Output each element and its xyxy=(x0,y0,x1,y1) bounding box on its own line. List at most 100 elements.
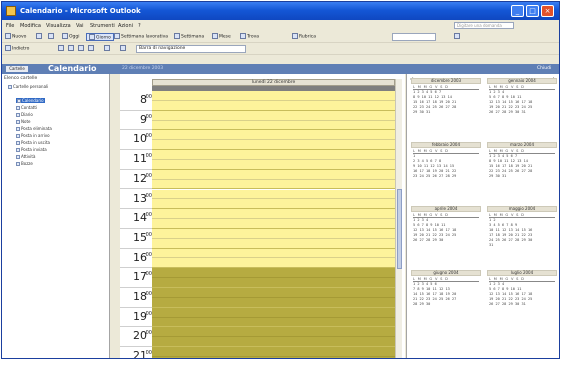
options-button[interactable] xyxy=(120,45,127,53)
reminders-button[interactable] xyxy=(104,45,111,53)
address-book-icon xyxy=(292,33,298,39)
time-slot[interactable] xyxy=(152,356,395,358)
time-slot[interactable] xyxy=(152,169,395,180)
address-book-button[interactable]: Rubrica xyxy=(292,33,316,41)
time-slot[interactable] xyxy=(152,327,395,338)
mini-month-title[interactable]: dicembre 2003 xyxy=(411,78,481,84)
time-slot[interactable] xyxy=(152,159,395,170)
vertical-scrollbar[interactable] xyxy=(395,79,402,358)
time-slot[interactable] xyxy=(152,317,395,328)
advanced-toolbar: Indietro Barra di navigazione xyxy=(2,43,559,55)
layout-button-3[interactable] xyxy=(78,45,85,53)
tree-item-drafts[interactable]: Bozze xyxy=(16,161,33,166)
tree-item-deleted[interactable]: Posta eliminata xyxy=(16,126,52,131)
time-slot[interactable] xyxy=(152,179,395,190)
menu-tools[interactable]: Strumenti xyxy=(90,23,115,29)
time-slot[interactable] xyxy=(152,228,395,239)
tree-item-personal-folders[interactable]: Cartelle personali xyxy=(8,84,48,89)
mini-week-row[interactable]: 29 30 31 xyxy=(413,110,481,115)
back-button[interactable]: Indietro xyxy=(5,45,29,53)
menu-file[interactable]: File xyxy=(6,23,14,29)
day-header[interactable]: lunedì 22 dicembre xyxy=(152,79,395,86)
time-slot[interactable] xyxy=(152,219,395,229)
menu-view[interactable]: Visualizza xyxy=(46,23,71,29)
month-view-button[interactable]: Mese xyxy=(212,33,231,41)
tree-label: Posta inviata xyxy=(21,147,47,152)
mini-month-title[interactable]: maggio 2004 xyxy=(487,206,557,212)
time-slot[interactable] xyxy=(152,288,395,298)
time-slot[interactable] xyxy=(152,297,395,308)
time-slot[interactable] xyxy=(152,120,395,131)
time-slot[interactable] xyxy=(152,347,395,357)
standard-toolbar: Nuovo Oggi Giorno Settimana lavorativa S… xyxy=(2,31,559,43)
tree-item-tasks[interactable]: Attività xyxy=(16,154,35,159)
menu-help[interactable]: ? xyxy=(138,23,141,29)
time-slot[interactable] xyxy=(152,199,395,210)
mini-month-title[interactable]: giugno 2004 xyxy=(411,270,481,276)
menu-go[interactable]: Vai xyxy=(76,23,84,29)
menu-edit[interactable]: Modifica xyxy=(20,23,41,29)
folder-list-pane: Elenco cartelle Cartelle personali Calen… xyxy=(2,74,110,358)
time-slot[interactable] xyxy=(152,337,395,348)
time-slot[interactable] xyxy=(152,248,395,259)
mini-week-row[interactable]: 26 27 28 29 30 31 xyxy=(489,302,557,307)
close-button[interactable]: × xyxy=(541,5,554,17)
day-view-button[interactable]: Giorno xyxy=(86,33,114,41)
mini-month-title[interactable]: aprile 2004 xyxy=(411,206,481,212)
scrollbar-thumb[interactable] xyxy=(397,189,402,269)
folders-button[interactable]: Cartelle xyxy=(6,66,28,72)
mini-month-title[interactable]: luglio 2004 xyxy=(487,270,557,276)
tree-item-contacts[interactable]: Contatti xyxy=(16,105,37,110)
mini-month-title[interactable]: marzo 2004 xyxy=(487,142,557,148)
tree-item-sent[interactable]: Posta inviata xyxy=(16,147,47,152)
mini-week-row[interactable]: 31 xyxy=(489,243,557,248)
layout-button-1[interactable] xyxy=(58,45,65,53)
time-slot[interactable] xyxy=(152,130,395,141)
help-toolbar-button[interactable] xyxy=(454,33,461,41)
tree-item-calendar[interactable]: Calendario xyxy=(16,98,45,103)
today-button[interactable]: Oggi xyxy=(62,33,80,41)
time-slot[interactable] xyxy=(152,140,395,151)
mini-month-title[interactable]: febbraio 2004 xyxy=(411,142,481,148)
find-contact-input[interactable] xyxy=(392,33,436,41)
time-slot[interactable] xyxy=(152,278,395,288)
time-slot[interactable] xyxy=(152,100,395,111)
time-slot[interactable] xyxy=(152,258,395,269)
close-pane-button[interactable]: Chiudi xyxy=(537,66,551,72)
tree-item-journal[interactable]: Diario xyxy=(16,112,33,117)
month-icon xyxy=(212,33,218,39)
mini-week-row[interactable]: 23 24 25 26 27 28 29 xyxy=(413,174,481,179)
time-slot[interactable] xyxy=(152,307,395,318)
layout-button-2[interactable] xyxy=(68,45,75,53)
layout-button-4[interactable] xyxy=(88,45,95,53)
navigation-combo[interactable]: Barra di navigazione xyxy=(136,45,246,53)
mini-week-row[interactable]: 29 30 31 xyxy=(489,174,557,179)
tree-item-inbox[interactable]: Posta in arrivo xyxy=(16,133,50,138)
help-question-input[interactable]: Digitare una domanda xyxy=(454,22,514,29)
week-label: Settimana xyxy=(181,34,205,40)
time-slot[interactable] xyxy=(152,189,395,200)
tree-item-notes[interactable]: Note xyxy=(16,119,30,124)
workweek-view-button[interactable]: Settimana lavorativa xyxy=(114,33,168,41)
find-label: Trova xyxy=(247,34,260,40)
minimize-button[interactable]: _ xyxy=(511,5,524,17)
mini-month-title[interactable]: gennaio 2004 xyxy=(487,78,557,84)
menu-actions[interactable]: Azioni xyxy=(118,23,133,29)
week-view-button[interactable]: Settimana xyxy=(174,33,204,41)
tree-item-outbox[interactable]: Posta in uscita xyxy=(16,140,50,145)
time-slot[interactable] xyxy=(152,268,395,279)
time-slot[interactable] xyxy=(152,209,395,220)
print-button[interactable] xyxy=(36,33,43,41)
time-slot[interactable] xyxy=(152,110,395,121)
time-slot[interactable] xyxy=(152,91,395,101)
time-slot[interactable] xyxy=(152,238,395,249)
time-slot[interactable] xyxy=(152,150,395,160)
hour-label: 20 00 xyxy=(120,327,152,348)
new-button[interactable]: Nuovo xyxy=(5,33,26,41)
find-button[interactable]: Trova xyxy=(240,33,259,41)
mini-week-row[interactable]: 26 27 28 29 30 31 xyxy=(489,110,557,115)
mini-week-row[interactable]: 28 29 30 xyxy=(413,302,481,307)
mini-week-row[interactable]: 26 27 28 29 30 xyxy=(413,238,481,243)
maximize-button[interactable]: □ xyxy=(526,5,539,17)
delete-button[interactable] xyxy=(48,33,55,41)
